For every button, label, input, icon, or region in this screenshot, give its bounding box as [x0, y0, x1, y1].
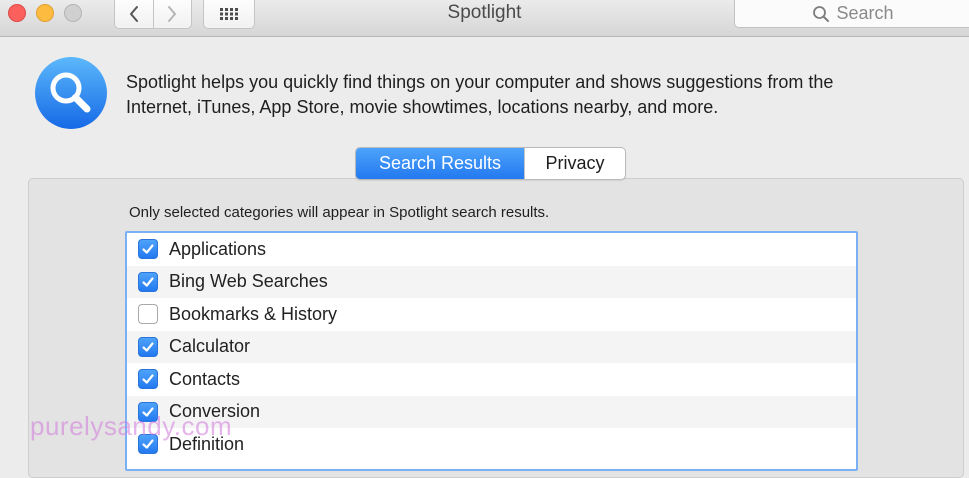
category-checkbox[interactable]	[138, 434, 158, 455]
category-label: Contacts	[169, 368, 241, 389]
categories-note: Only selected categories will appear in …	[129, 204, 550, 221]
category-label: Definition	[169, 433, 245, 454]
list-item: Definition	[127, 428, 856, 461]
list-item: Contacts	[127, 363, 856, 396]
description-line-1: Spotlight helps you quickly find things …	[126, 72, 834, 92]
description-line-2: Internet, iTunes, App Store, movie showt…	[126, 97, 719, 117]
spotlight-magnifier-icon	[35, 57, 107, 129]
category-label: Bing Web Searches	[169, 271, 328, 292]
checkmark-icon	[142, 244, 154, 254]
category-checkbox[interactable]	[138, 336, 158, 357]
category-checkbox[interactable]	[138, 271, 158, 292]
checkmark-icon	[142, 374, 154, 384]
tab-control: Search Results Privacy	[355, 147, 626, 180]
spotlight-description: Spotlight helps you quickly find things …	[126, 70, 946, 120]
category-label: Applications	[169, 238, 267, 259]
title-bar: Spotlight	[0, 0, 969, 37]
category-checkbox[interactable]	[138, 239, 158, 260]
search-input[interactable]	[836, 3, 897, 24]
list-item: Bookmarks & History	[127, 298, 856, 331]
search-icon	[812, 5, 829, 22]
search-field[interactable]	[734, 0, 969, 28]
checkmark-icon	[142, 407, 154, 417]
list-item: Calculator	[127, 330, 856, 363]
category-checkbox[interactable]	[138, 401, 158, 422]
tab-search-results[interactable]: Search Results	[356, 148, 524, 179]
checkmark-icon	[142, 342, 154, 352]
category-label: Bookmarks & History	[169, 303, 338, 324]
category-label: Conversion	[169, 401, 261, 422]
list-item: Bing Web Searches	[127, 265, 856, 298]
list-item: Conversion	[127, 395, 856, 428]
category-checkbox[interactable]	[138, 304, 158, 325]
list-item: Applications	[127, 233, 856, 266]
categories-list: Applications Bing Web Searches Bookmarks…	[125, 231, 858, 471]
category-checkbox[interactable]	[138, 369, 158, 390]
checkmark-icon	[142, 277, 154, 287]
category-label: Calculator	[169, 336, 251, 357]
checkmark-icon	[142, 439, 154, 449]
tab-privacy[interactable]: Privacy	[524, 148, 625, 179]
